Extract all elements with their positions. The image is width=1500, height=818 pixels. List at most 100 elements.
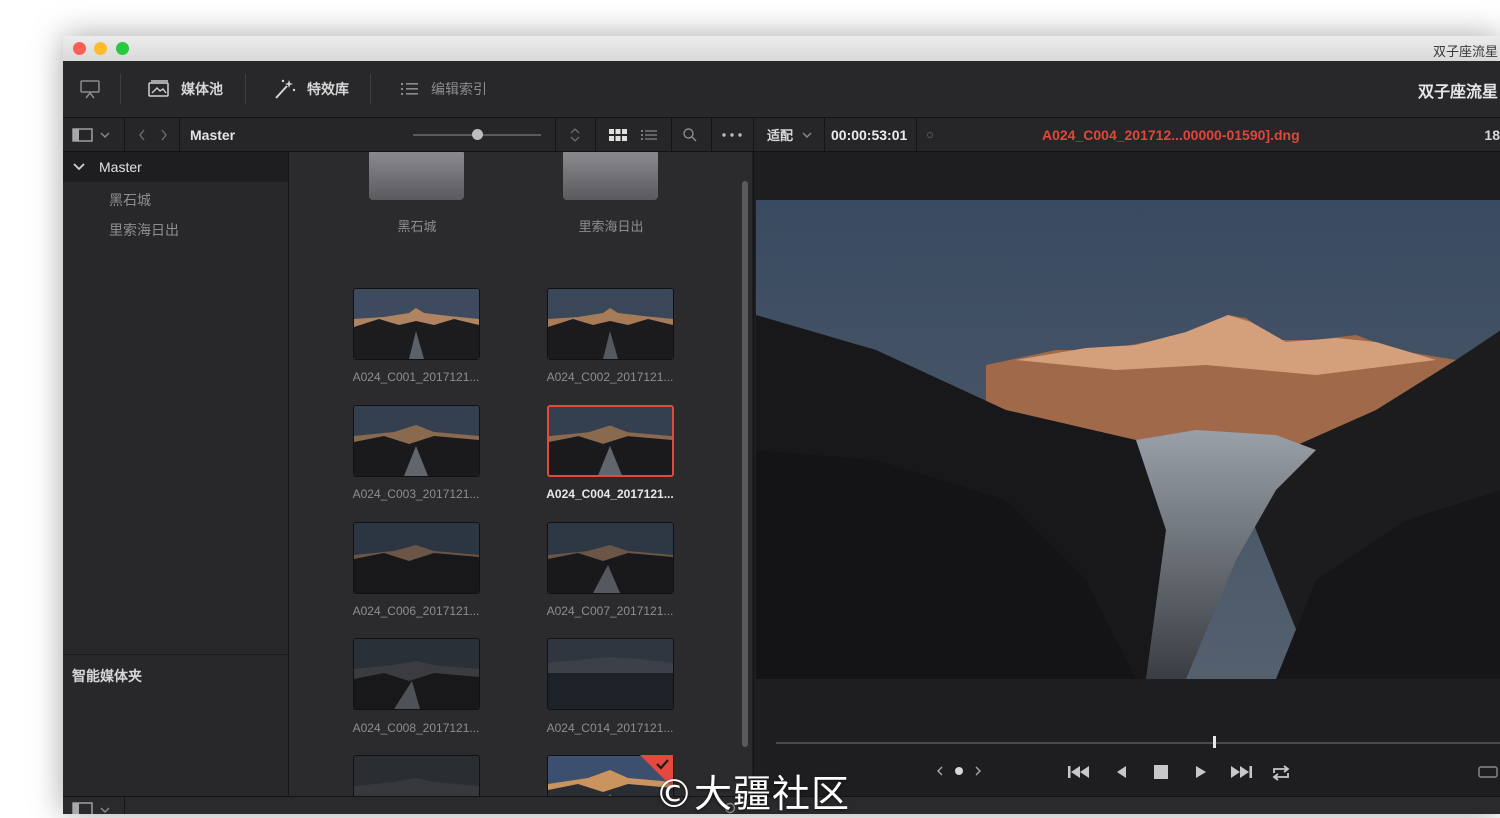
magic-wand-icon — [275, 79, 296, 99]
effects-library-button[interactable]: 特效库 — [273, 61, 349, 117]
smart-bins-divider — [63, 654, 288, 655]
app-window: 双子座流星 媒体池 特效库 编辑索引 双子座流星 Master 适配 00:00… — [63, 36, 1500, 814]
play-button[interactable] — [1194, 764, 1208, 780]
effects-library-label: 特效库 — [307, 81, 349, 97]
nav-back-button[interactable] — [137, 118, 147, 151]
clip-thumbnail[interactable] — [353, 288, 480, 360]
media-pool-button[interactable]: 媒体池 — [147, 61, 223, 117]
clip-label: A024_C006_2017121... — [352, 604, 480, 618]
loop-icon — [1272, 765, 1290, 781]
sort-button[interactable] — [568, 118, 582, 151]
media-pool-icon — [148, 80, 169, 97]
clip-thumbnail[interactable] — [547, 522, 674, 594]
project-name: 双子座流星 — [1417, 84, 1498, 101]
watermark: ©大疆社区 — [655, 772, 851, 816]
folder-label: 里索海日出 — [578, 219, 644, 234]
play-reverse-button[interactable] — [1114, 764, 1128, 780]
subbar-divider — [711, 118, 712, 151]
timecode-display: 00:00:53:01 — [831, 126, 908, 143]
nav-forward-button[interactable] — [159, 118, 169, 151]
loop-button[interactable] — [1270, 764, 1292, 782]
clip-thumbnail[interactable] — [547, 288, 674, 360]
go-to-end-button[interactable] — [1228, 764, 1254, 780]
clip-thumbnail-selected[interactable] — [547, 405, 674, 477]
subbar-divider — [916, 118, 917, 151]
mountain-image-icon — [354, 289, 479, 359]
clip-thumbnail[interactable] — [353, 522, 480, 594]
jog-control[interactable] — [934, 764, 984, 778]
minimize-window-button[interactable] — [94, 42, 107, 55]
clip-label-selected: A024_C004_2017121... — [546, 487, 674, 501]
stop-button[interactable] — [1153, 764, 1169, 780]
clip-label: A024_C008_2017121... — [352, 721, 480, 735]
bin-item-lisuohai[interactable]: 里索海日出 — [109, 220, 179, 240]
play-reverse-icon — [1117, 766, 1126, 778]
toolbar-divider — [245, 74, 246, 104]
grid-view-button[interactable] — [608, 118, 628, 151]
subbar-divider — [671, 118, 672, 151]
edit-index-button[interactable]: 编辑索引 — [399, 61, 487, 117]
more-options-icon — [722, 132, 742, 137]
search-icon — [683, 127, 697, 142]
bin-list-toggle-button[interactable] — [72, 118, 112, 151]
fit-label: 适配 — [767, 128, 794, 143]
bin-item-master[interactable]: Master — [63, 152, 288, 182]
playhead[interactable] — [1212, 736, 1216, 748]
clip-thumbnail[interactable] — [353, 405, 480, 477]
monitor-toggle-button[interactable] — [79, 61, 101, 117]
scrub-bar[interactable] — [776, 742, 1500, 744]
chevron-left-icon — [139, 129, 145, 140]
smart-bins-header[interactable]: 智能媒体夹 — [72, 666, 142, 686]
folder-thumbnail-lisuohai[interactable] — [563, 152, 658, 200]
subbar-divider — [124, 797, 125, 814]
subbar-divider — [124, 118, 125, 151]
toolbar-divider — [370, 74, 371, 104]
viewer-frame-image — [756, 200, 1500, 679]
mountain-image-icon — [354, 406, 479, 476]
subbar-divider — [595, 118, 596, 151]
mountain-image-icon — [549, 407, 672, 475]
list-view-button[interactable] — [640, 118, 658, 151]
clip-count: 18 — [1484, 126, 1500, 143]
sort-arrows-icon — [570, 127, 580, 142]
list-view-icon — [641, 129, 657, 140]
dot-icon — [927, 131, 933, 138]
clip-thumbnail[interactable] — [353, 638, 480, 710]
pool-sub-toolbar: Master 适配 00:00:53:01 A024_C004_201712..… — [63, 118, 1500, 152]
close-window-button[interactable] — [73, 42, 86, 55]
sidebar-icon — [72, 127, 110, 142]
mountain-image-icon — [354, 523, 479, 593]
monitor-icon — [80, 80, 100, 99]
chevron-down-icon — [802, 132, 812, 138]
skip-back-icon — [1068, 766, 1089, 778]
sidebar-icon[interactable] — [72, 801, 112, 814]
stop-icon — [1154, 765, 1168, 779]
clip-label: A024_C014_2017121... — [546, 721, 674, 735]
bin-item-heishicheng[interactable]: 黑石城 — [109, 190, 151, 210]
pool-scrollbar[interactable] — [742, 181, 748, 747]
clip-thumbnail[interactable] — [547, 638, 674, 710]
chevron-down-icon — [73, 163, 85, 171]
jog-shuttle-icon — [937, 766, 981, 776]
folder-label: 黑石城 — [397, 219, 437, 234]
current-clip-name: A024_C004_201712...00000-01590].dng — [1042, 126, 1300, 143]
clip-label: A024_C002_2017121... — [546, 370, 674, 384]
more-options-button[interactable] — [721, 118, 743, 151]
mountain-image-icon — [548, 523, 673, 593]
thumbnail-size-slider-knob[interactable] — [472, 129, 483, 140]
zoom-window-button[interactable] — [116, 42, 129, 55]
go-to-start-button[interactable] — [1066, 764, 1092, 780]
folder-thumbnail-heishicheng[interactable] — [369, 152, 464, 200]
clip-label: A024_C003_2017121... — [352, 487, 480, 501]
bin-list-panel: Master 黑石城 里索海日出 智能媒体夹 — [63, 152, 289, 796]
list-icon — [401, 83, 418, 95]
title-bar: 双子座流星 — [63, 36, 1500, 62]
media-pool-grid: 黑石城 里索海日出 A024_C001_2017121... A024_C002… — [289, 152, 752, 814]
fullscreen-button[interactable] — [1477, 764, 1499, 780]
window-title: 双子座流星 — [1432, 44, 1498, 59]
clip-label: A024_C001_2017121... — [352, 370, 480, 384]
media-pool-label: 媒体池 — [181, 81, 223, 97]
viewer-fit-dropdown[interactable]: 适配 — [767, 118, 813, 151]
search-button[interactable] — [682, 118, 698, 151]
toolbar-divider — [120, 74, 121, 104]
